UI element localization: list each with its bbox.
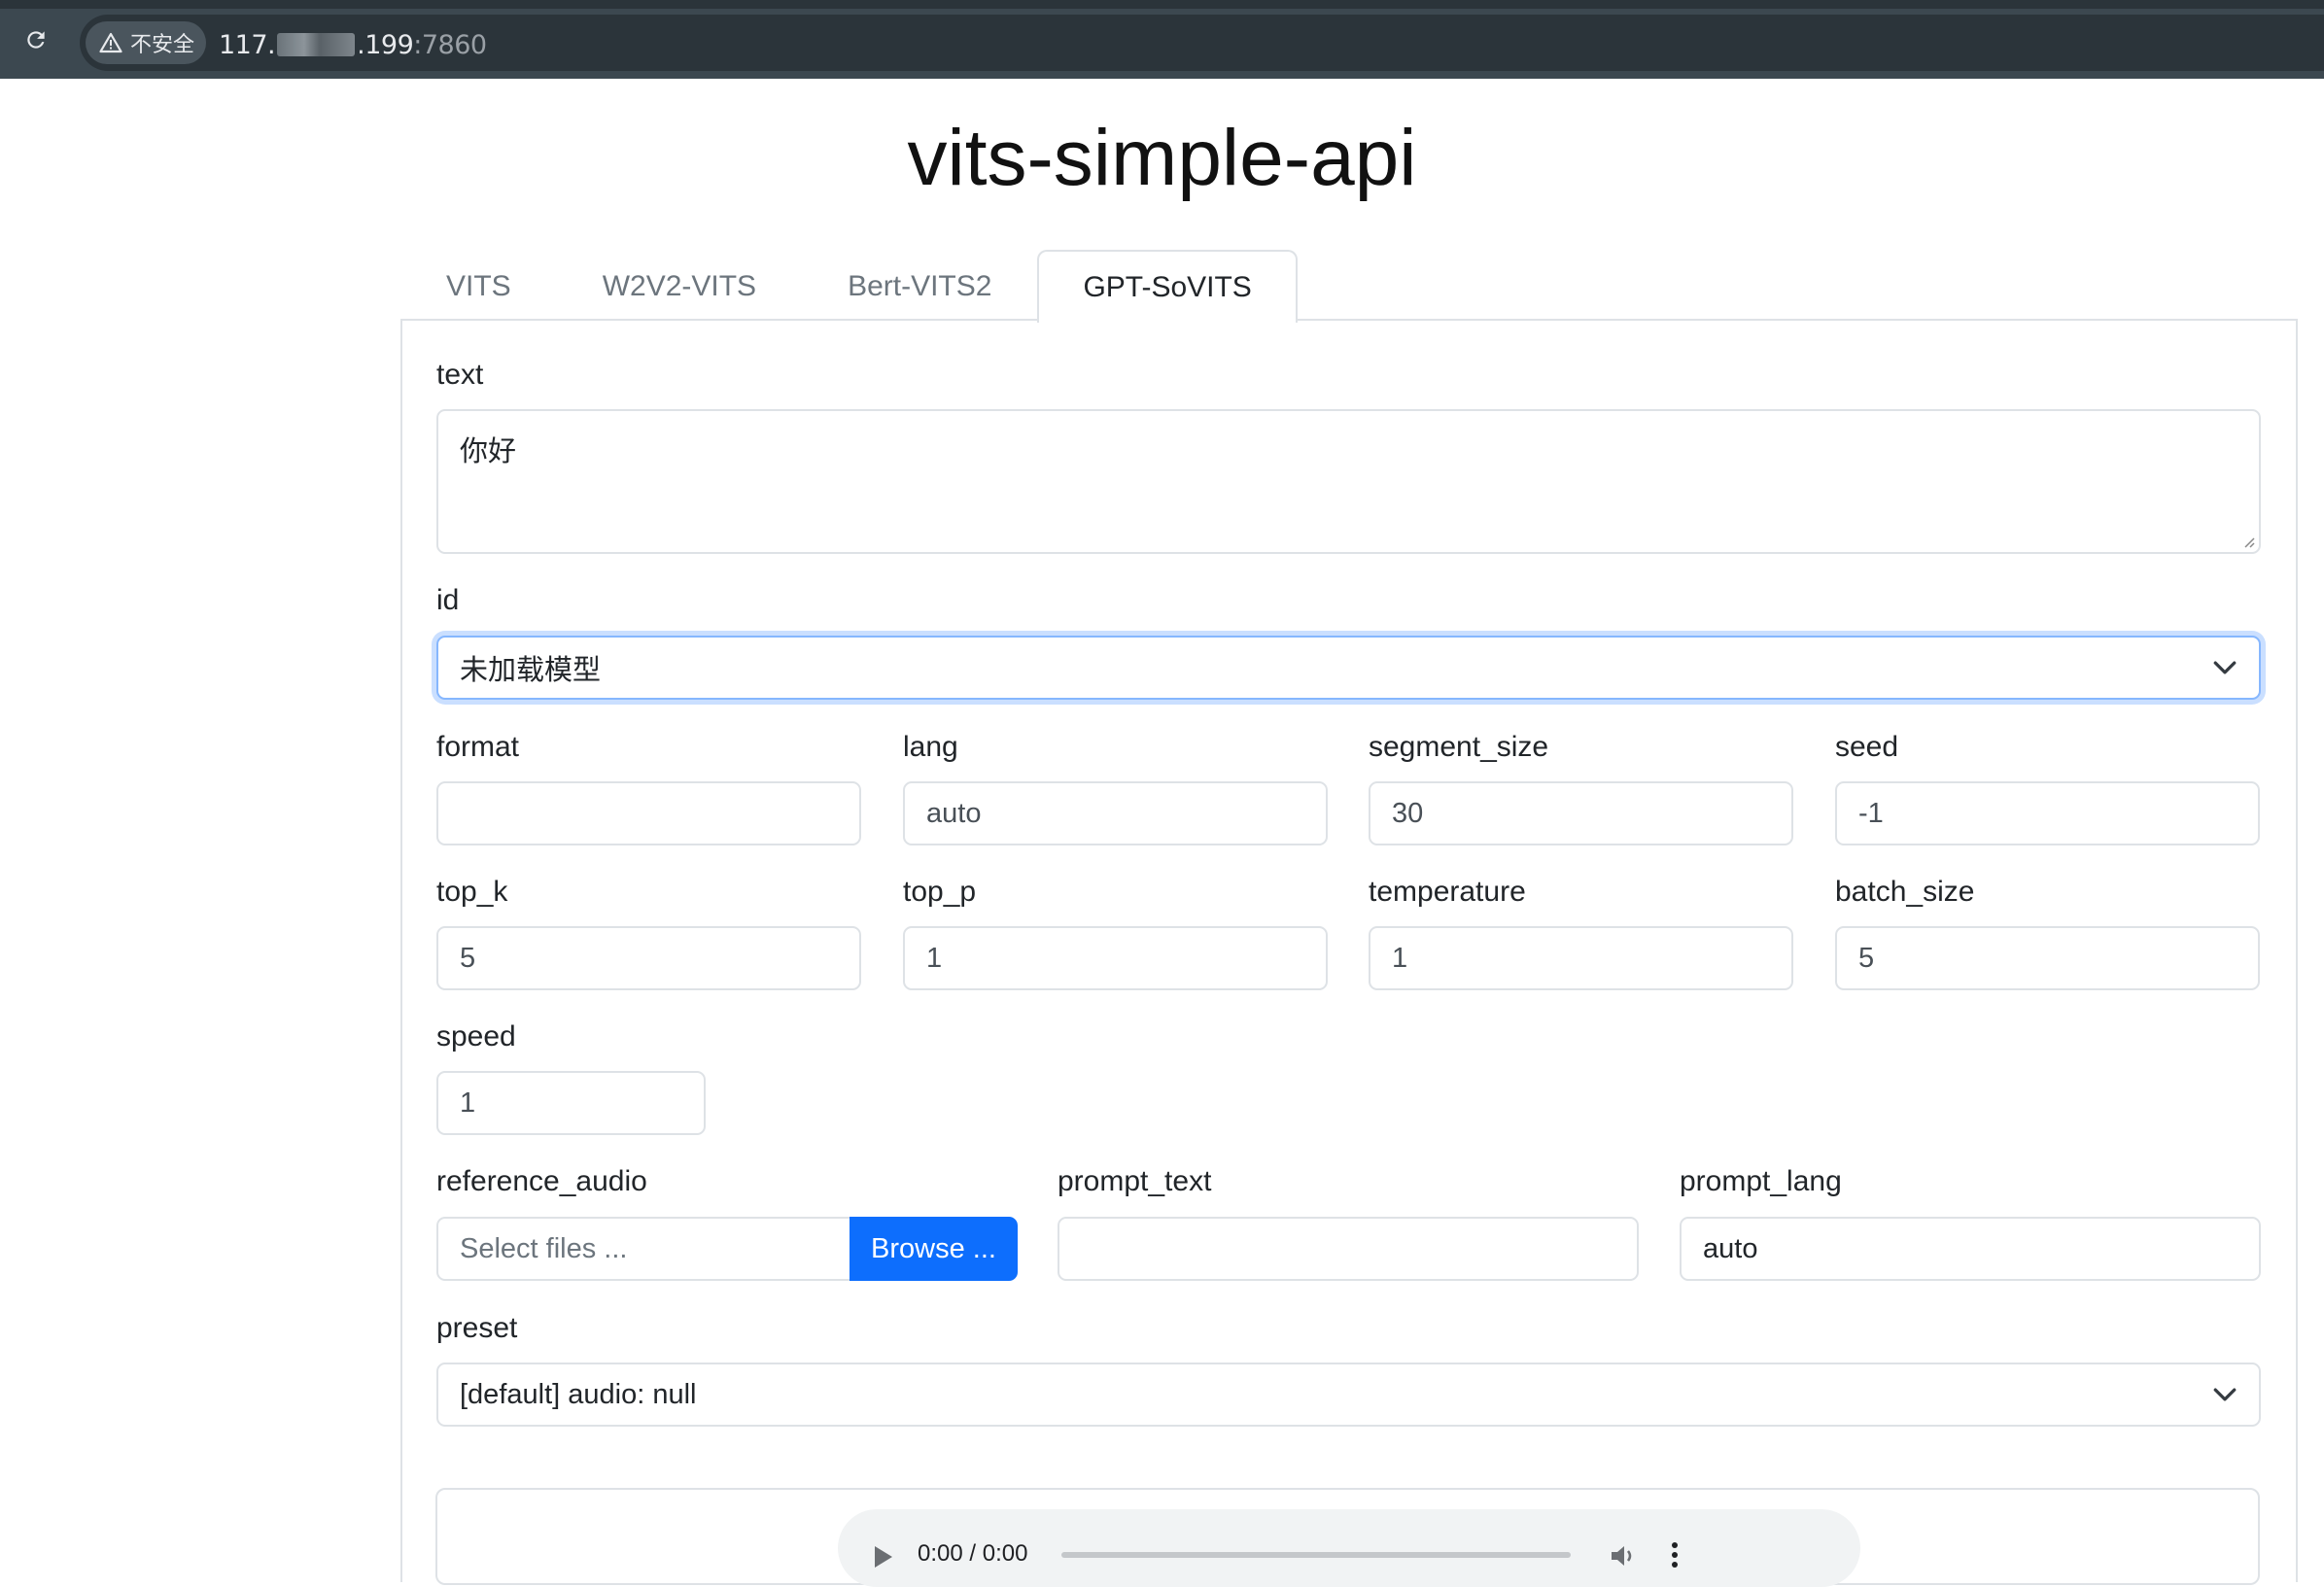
seed-input[interactable]: -1 bbox=[1835, 781, 2260, 845]
prompt-lang-label: prompt_lang bbox=[1680, 1165, 1842, 1197]
reference-audio-label: reference_audio bbox=[436, 1165, 647, 1197]
prompt-lang-input-value: auto bbox=[1703, 1232, 1758, 1264]
segment-size-input-value: 30 bbox=[1392, 797, 1424, 829]
segment-size-label: segment_size bbox=[1369, 731, 1549, 763]
preset-label: preset bbox=[436, 1312, 518, 1344]
prompt-text-input[interactable] bbox=[1058, 1217, 1639, 1281]
prompt-lang-input[interactable]: auto bbox=[1680, 1217, 2261, 1281]
chevron-down-icon bbox=[2213, 1388, 2237, 1401]
preset-select[interactable]: [default] audio: null bbox=[436, 1363, 2261, 1427]
warning-icon bbox=[99, 32, 122, 53]
speed-input[interactable]: 1 bbox=[436, 1071, 706, 1135]
lang-input[interactable]: auto bbox=[903, 781, 1328, 845]
top-k-input-value: 5 bbox=[460, 942, 476, 974]
top-p-input[interactable]: 1 bbox=[903, 926, 1328, 990]
chevron-down-icon bbox=[2213, 661, 2237, 674]
url-suffix: .199 bbox=[357, 29, 414, 60]
lang-input-value: auto bbox=[926, 797, 982, 829]
top-k-label: top_k bbox=[436, 876, 508, 908]
model-tabs: VITS W2V2-VITS Bert-VITS2 GPT-SoVITS bbox=[400, 250, 1298, 323]
batch-size-input[interactable]: 5 bbox=[1835, 926, 2260, 990]
more-options-icon[interactable] bbox=[1670, 1540, 1680, 1570]
top-k-input[interactable]: 5 bbox=[436, 926, 861, 990]
tab-bert-vits2[interactable]: Bert-VITS2 bbox=[802, 250, 1037, 321]
reference-audio-file-input[interactable]: Select files ... bbox=[436, 1217, 850, 1281]
text-input[interactable]: 你好 bbox=[436, 409, 2261, 554]
id-select-value: 未加载模型 bbox=[460, 655, 602, 686]
temperature-input-value: 1 bbox=[1392, 942, 1408, 974]
seed-label: seed bbox=[1835, 731, 1899, 763]
security-label: 不安全 bbox=[130, 32, 195, 56]
lang-label: lang bbox=[903, 731, 958, 763]
url-text[interactable]: 117. .199 :7860 bbox=[219, 29, 487, 60]
prompt-text-label: prompt_text bbox=[1058, 1165, 1212, 1197]
volume-icon[interactable] bbox=[1610, 1542, 1639, 1570]
url-port: :7860 bbox=[413, 29, 487, 60]
reference-audio-file-picker: Select files ... Browse ... bbox=[436, 1217, 1018, 1281]
text-label: text bbox=[436, 359, 484, 391]
browser-toolbar: 不安全 117. .199 :7860 bbox=[0, 0, 2324, 79]
seed-input-value: -1 bbox=[1858, 797, 1884, 829]
id-label: id bbox=[436, 584, 460, 616]
url-prefix: 117. bbox=[219, 29, 276, 60]
audio-progress-bar[interactable] bbox=[1061, 1552, 1571, 1558]
reload-icon[interactable] bbox=[21, 25, 51, 54]
page-title: vits-simple-api bbox=[907, 114, 1417, 202]
browse-button[interactable]: Browse ... bbox=[850, 1217, 1018, 1281]
temperature-label: temperature bbox=[1369, 876, 1526, 908]
top-p-label: top_p bbox=[903, 876, 977, 908]
resize-handle-icon[interactable] bbox=[2241, 535, 2255, 548]
preset-select-value: [default] audio: null bbox=[460, 1378, 697, 1410]
tab-gpt-sovits[interactable]: GPT-SoVITS bbox=[1037, 250, 1298, 323]
tab-w2v2-vits[interactable]: W2V2-VITS bbox=[557, 250, 802, 321]
temperature-input[interactable]: 1 bbox=[1369, 926, 1793, 990]
speed-input-value: 1 bbox=[460, 1087, 476, 1119]
segment-size-input[interactable]: 30 bbox=[1369, 781, 1793, 845]
play-icon[interactable] bbox=[873, 1544, 894, 1570]
format-label: format bbox=[436, 731, 520, 763]
audio-time: 0:00 / 0:00 bbox=[918, 1540, 1028, 1567]
security-indicator[interactable]: 不安全 bbox=[86, 21, 206, 64]
redacted-ip-segment bbox=[277, 33, 356, 56]
id-select[interactable]: 未加载模型 bbox=[436, 636, 2261, 700]
speed-label: speed bbox=[436, 1020, 516, 1052]
audio-player[interactable]: 0:00 / 0:00 bbox=[838, 1509, 1860, 1587]
batch-size-label: batch_size bbox=[1835, 876, 1975, 908]
batch-size-input-value: 5 bbox=[1858, 942, 1875, 974]
text-input-value: 你好 bbox=[460, 436, 517, 467]
format-input[interactable] bbox=[436, 781, 861, 845]
tab-vits[interactable]: VITS bbox=[400, 250, 557, 321]
top-p-input-value: 1 bbox=[926, 942, 943, 974]
